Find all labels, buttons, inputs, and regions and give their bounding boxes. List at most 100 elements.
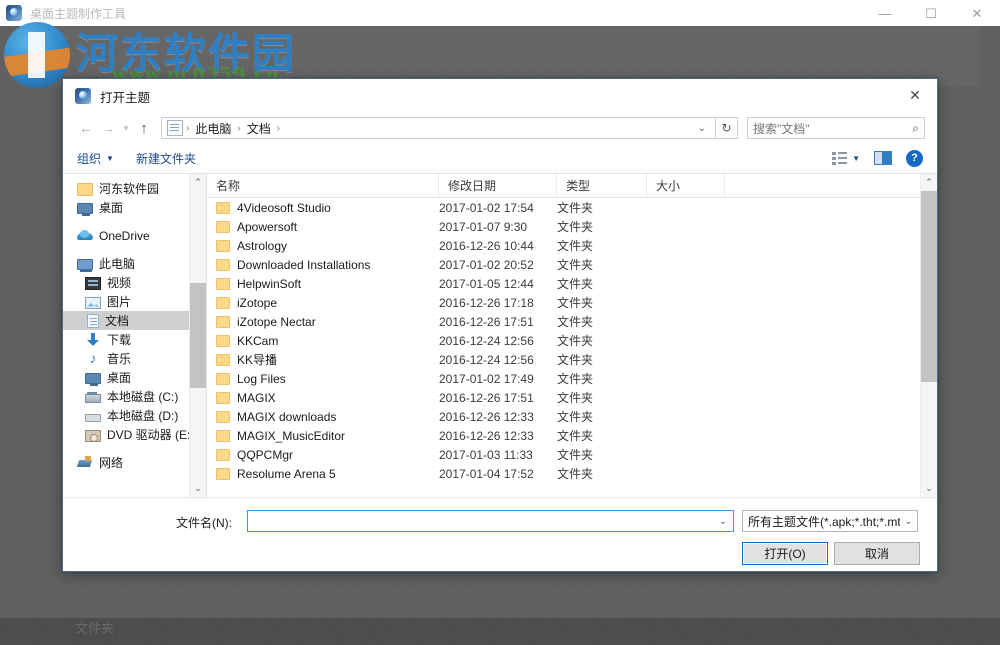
pictures-icon [85,296,101,309]
breadcrumb[interactable]: › 此电脑 › 文档 › ⌄ [161,117,716,139]
folder-icon [216,220,230,233]
open-button[interactable]: 打开(O) [742,542,828,565]
table-row[interactable]: iZotope 2016-12-26 17:18 文件夹 [207,293,920,312]
sidebar-item-5[interactable]: 图片 [63,292,189,311]
this-pc-icon [77,259,93,272]
file-list-scroll-track[interactable] [920,191,937,480]
sidebar-item-7[interactable]: 下载 [63,330,189,349]
sidebar-item-label: 河东软件园 [99,182,160,196]
table-row[interactable]: Downloaded Installations 2017-01-02 20:52… [207,255,920,274]
scroll-up-icon[interactable]: ⌃ [194,174,202,191]
sidebar-item-6[interactable]: 文档 [63,311,189,330]
cell-name: MAGIX downloads [207,410,439,424]
cell-type: 文件夹 [557,410,594,424]
up-arrow-icon[interactable]: ↑ [133,117,155,139]
table-row[interactable]: Log Files 2017-01-02 17:49 文件夹 [207,369,920,388]
table-row[interactable]: Apowersoft 2017-01-07 9:30 文件夹 [207,217,920,236]
table-row[interactable]: KK导播 2016-12-24 12:56 文件夹 [207,350,920,369]
sidebar-scrollbar[interactable]: ⌃ ⌄ [189,174,206,497]
cell-modified-date: 2017-01-05 12:44 [439,276,534,291]
cancel-button[interactable]: 取消 [834,542,920,565]
sidebar-scroll-track[interactable] [189,191,206,480]
column-header-type[interactable]: 类型 [557,174,647,197]
new-folder-button[interactable]: 新建文件夹 [136,150,196,167]
column-header-name[interactable]: 名称 ⌃ [207,174,439,197]
chevron-down-icon[interactable]: ⌄ [713,516,733,527]
back-arrow-icon[interactable]: ← [75,117,97,139]
view-options-button[interactable]: ▼ [832,151,860,165]
folder-icon [216,410,230,423]
sidebar-item-1[interactable]: 桌面 [63,198,189,217]
cell-modified-date: 2016-12-26 17:51 [439,390,534,405]
sidebar-item-10[interactable]: 本地磁盘 (C:) [63,387,189,406]
sidebar-item-13[interactable]: 网络 [63,453,189,472]
breadcrumb-separator: › [276,122,281,134]
sidebar-item-12[interactable]: DVD 驱动器 (E: [63,425,191,444]
main-window-controls: — ☐ ✕ [862,0,1000,26]
sidebar-item-9[interactable]: 桌面 [63,368,189,387]
dialog-close-button[interactable]: ✕ [893,79,937,111]
sidebar-item-3[interactable]: 此电脑 [63,254,189,273]
table-row[interactable]: QQPCMgr 2017-01-03 11:33 文件夹 [207,445,920,464]
sidebar-scroll-thumb[interactable] [189,283,206,388]
minimize-button[interactable]: — [862,0,908,26]
scroll-down-icon[interactable]: ⌄ [194,480,202,497]
sidebar-item-label: OneDrive [99,228,150,243]
scroll-up-icon[interactable]: ⌃ [925,174,933,191]
file-list-scrollbar[interactable]: ⌃ ⌄ [920,174,937,497]
folder-icon [216,258,230,271]
scroll-down-icon[interactable]: ⌄ [925,480,933,497]
sidebar-item-2[interactable]: OneDrive [63,226,189,245]
table-row[interactable]: MAGIX 2016-12-26 17:51 文件夹 [207,388,920,407]
cell-type: 文件夹 [557,296,594,310]
preview-pane-icon[interactable] [874,151,892,165]
sidebar-item-4[interactable]: 视频 [63,273,189,292]
sidebar-item-11[interactable]: 本地磁盘 (D:) [63,406,189,425]
close-button[interactable]: ✕ [954,0,1000,26]
table-row[interactable]: 4Videosoft Studio 2017-01-02 17:54 文件夹 [207,198,920,217]
refresh-icon[interactable]: ↻ [716,117,738,139]
sidebar-item-8[interactable]: ♪ 音乐 [63,349,189,368]
file-list-rows: 4Videosoft Studio 2017-01-02 17:54 文件夹 Apow… [207,198,920,497]
sidebar-item-0[interactable]: 河东软件园 [63,179,189,198]
cell-type: 文件夹 [557,467,594,481]
filename-label: 文件名(N): [176,516,232,530]
documents-icon [87,314,99,328]
column-header-name-label: 名称 [216,179,241,193]
organize-button[interactable]: 组织 ▼ [77,150,114,167]
sidebar-item-label: 视频 [107,276,132,290]
cell-modified-date: 2016-12-26 12:33 [439,428,534,443]
column-header-date[interactable]: 修改日期 [439,174,557,197]
sidebar-item-list: 河东软件园 桌面 OneDrive 此电脑 视频 图片 文档 下载 ♪ 音乐 桌面 本地磁盘 (C:)… [63,174,191,472]
file-name: iZotope Nectar [237,314,316,329]
sidebar-item-label: DVD 驱动器 (E: [107,428,191,442]
sidebar-item-label: 图片 [107,295,132,309]
table-row[interactable]: HelpwinSoft 2017-01-05 12:44 文件夹 [207,274,920,293]
breadcrumb-item-this-pc[interactable]: 此电脑 [190,120,236,137]
table-row[interactable]: Astrology 2016-12-26 10:44 文件夹 [207,236,920,255]
file-type-filter-dropdown[interactable]: 所有主题文件(*.apk;*.tht;*.mtz ⌄ [742,510,918,532]
navigation-sidebar: 河东软件园 桌面 OneDrive 此电脑 视频 图片 文档 下载 ♪ 音乐 桌面 本地磁盘 (C:)… [63,174,206,497]
breadcrumb-dropdown-icon[interactable]: ⌄ [691,123,713,134]
file-list-scroll-thumb[interactable] [920,191,937,382]
search-input[interactable]: 搜索"文档" ⌕ [747,117,925,139]
cell-type: 文件夹 [557,315,594,329]
cell-modified-date: 2016-12-26 17:18 [439,295,534,310]
cell-modified-date: 2017-01-07 9:30 [439,219,528,234]
table-row[interactable]: MAGIX downloads 2016-12-26 12:33 文件夹 [207,407,920,426]
maximize-button[interactable]: ☐ [908,0,954,26]
breadcrumb-item-documents[interactable]: 文档 [242,120,276,137]
help-icon[interactable]: ? [906,149,923,167]
table-row[interactable]: KKCam 2016-12-24 12:56 文件夹 [207,331,920,350]
column-header-size[interactable]: 大小 [647,174,725,197]
filename-input[interactable]: ⌄ [247,510,734,532]
cell-modified-date: 2016-12-26 10:44 [439,238,534,253]
recent-locations-chevron-down-icon[interactable]: ▾ [119,117,133,139]
chevron-down-icon[interactable]: ⌄ [900,516,917,527]
forward-arrow-icon[interactable]: → [97,117,119,139]
cell-type: 文件夹 [557,353,594,367]
table-row[interactable]: Resolume Arena 5 2017-01-04 17:52 文件夹 [207,464,920,483]
table-row[interactable]: iZotope Nectar 2016-12-26 17:51 文件夹 [207,312,920,331]
table-row[interactable]: MAGIX_MusicEditor 2016-12-26 12:33 文件夹 [207,426,920,445]
